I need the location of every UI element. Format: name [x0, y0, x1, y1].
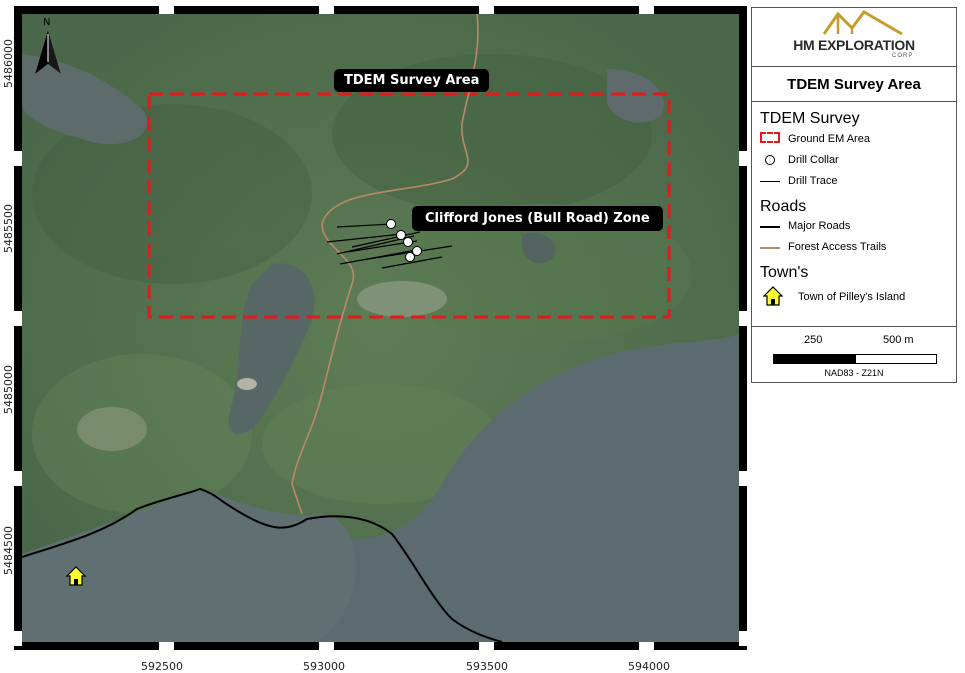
logo-sub-text: CORP	[892, 53, 914, 59]
scale-bar: 250 500 m NAD83 - Z21N	[752, 327, 956, 383]
company-logo: HM EXPLORATION CORP	[752, 8, 956, 67]
scale-label-250: 250	[804, 334, 823, 346]
drill-collar	[405, 252, 415, 262]
scale-crs-label: NAD83 - Z21N	[824, 368, 884, 378]
legend-title: TDEM Survey Area	[752, 67, 956, 102]
zone-label: Clifford Jones (Bull Road) Zone	[412, 206, 663, 231]
x-tick-593000: 593000	[303, 660, 345, 673]
x-tick-592500: 592500	[141, 660, 183, 673]
map-border-right	[739, 6, 747, 650]
map-frame: N TDEM Survey Area Clifford Jones (Bull …	[14, 6, 747, 673]
map-border-left	[14, 6, 22, 650]
logo-main-text: HM EXPLORATION	[793, 37, 915, 53]
satellite-map[interactable]: N TDEM Survey Area Clifford Jones (Bull …	[22, 14, 739, 642]
x-tick-593500: 593500	[466, 660, 508, 673]
drill-collar	[396, 230, 406, 240]
legend-items: TDEM Survey Ground EM Area Drill Collar …	[752, 102, 956, 327]
legend-item-ground-em: Ground EM Area	[788, 133, 870, 145]
forest-trail-symbol	[760, 247, 780, 249]
ground-em-symbol	[760, 132, 780, 143]
x-tick-594000: 594000	[628, 660, 670, 673]
major-road-symbol	[760, 226, 780, 228]
drill-collar	[403, 237, 413, 247]
survey-area-label: TDEM Survey Area	[334, 69, 490, 92]
legend-item-major-roads: Major Roads	[788, 220, 851, 232]
legend-item-drill-trace: Drill Trace	[788, 175, 838, 187]
scale-segment-black	[773, 354, 856, 364]
north-arrow-letter: N	[43, 17, 50, 28]
map-canvas: N	[22, 14, 739, 642]
legend-panel: HM EXPLORATION CORP TDEM Survey Area TDE…	[751, 7, 957, 383]
legend-item-town: Town of Pilley's Island	[798, 291, 906, 303]
legend-section-roads: Roads	[760, 198, 807, 215]
map-border-top	[14, 6, 747, 14]
scale-segment-white	[855, 354, 937, 364]
scale-label-500: 500 m	[883, 334, 914, 346]
y-tick-5486000: 5486000	[2, 39, 15, 88]
town-icon	[763, 286, 783, 306]
legend-item-forest-trails: Forest Access Trails	[788, 241, 887, 253]
legend-section-survey: TDEM Survey	[760, 110, 860, 127]
drill-collar-symbol	[765, 155, 775, 165]
y-tick-5485000: 5485000	[2, 365, 15, 414]
drill-trace-symbol	[760, 181, 780, 182]
legend-item-drill-collar: Drill Collar	[788, 154, 839, 166]
legend-section-towns: Town's	[760, 264, 809, 281]
y-tick-5484500: 5484500	[2, 526, 15, 575]
map-border-bottom	[14, 642, 747, 650]
drill-collar	[386, 219, 396, 229]
y-tick-5485500: 5485500	[2, 204, 15, 253]
